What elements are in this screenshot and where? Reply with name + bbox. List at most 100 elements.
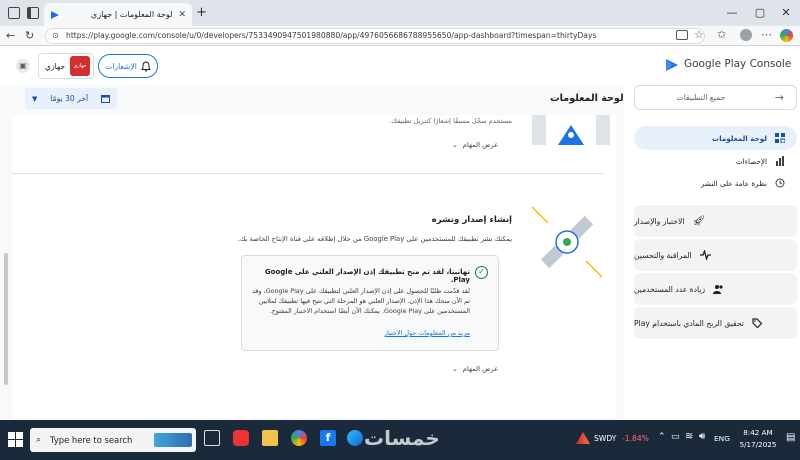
dashboard-icon	[775, 133, 785, 143]
satellite-illustration-icon	[530, 205, 604, 281]
task-view-icon[interactable]	[204, 430, 220, 446]
dropdown-arrow-icon: ▼	[32, 94, 38, 103]
sidebar-item-label: نظرة عامة على النشر	[700, 178, 767, 188]
chevron-down-icon: ⌄	[452, 141, 458, 149]
stock-change: -1.84%	[622, 434, 649, 443]
play-console-favicon-icon	[51, 10, 59, 19]
browser-tab[interactable]: لوحة المعلومات | جهازي ✕	[44, 3, 192, 26]
sidebar-item-label: لوحة المعلومات	[711, 133, 767, 143]
google-play-logo-icon	[665, 58, 679, 74]
wifi-icon[interactable]: ≋	[685, 431, 693, 442]
learn-more-testing-link[interactable]: مزيد من المعلومات حول الاختبار	[250, 329, 470, 337]
sidebar-item-label: الإحصاءات	[735, 156, 767, 166]
speaker-icon[interactable]: 🔊︎	[699, 431, 705, 442]
sidebar-item-publishing-overview[interactable]: نظرة عامة على النشر	[634, 173, 797, 193]
windows-taskbar: ⌕ Type here to search f خمسات SWDY -1.84…	[0, 420, 800, 460]
address-bar-row: ← ↻ ⊙ https://play.google.com/console/u/…	[0, 26, 800, 46]
notification-center-icon[interactable]: ▤	[786, 432, 795, 443]
divider	[12, 173, 604, 174]
sidebar-item-statistics[interactable]: الإحصاءات	[634, 151, 797, 171]
copilot-icon[interactable]	[780, 29, 793, 42]
sidebar-section-label: تحقيق الربح المادي باستخدام Play	[634, 318, 744, 328]
back-icon[interactable]: ←	[6, 29, 15, 42]
sidebar-section-monetize[interactable]: تحقيق الربح المادي باستخدام Play	[634, 307, 797, 339]
facebook-icon[interactable]: f	[320, 430, 336, 446]
bar-chart-icon	[776, 156, 784, 166]
input-language[interactable]: ENG	[714, 434, 730, 443]
brand-name: Google Play Console	[684, 58, 792, 70]
chevron-down-icon: ⌄	[452, 365, 458, 373]
search-highlight-icon	[154, 433, 192, 447]
clock-time[interactable]: 8:42 AM	[738, 428, 778, 437]
stock-ticker[interactable]: SWDY	[594, 434, 616, 443]
timespan-label: آخر 30 يومًا	[50, 94, 89, 103]
app-icon: جهازي	[70, 56, 90, 76]
scrollbar-thumb[interactable]	[4, 253, 8, 385]
url-text: https://play.google.com/console/u/0/deve…	[66, 31, 597, 40]
profile-avatar[interactable]	[740, 29, 752, 41]
app-selector[interactable]: جهازي جهازي	[38, 53, 94, 79]
app-name: جهازي	[45, 61, 66, 71]
youtube-icon[interactable]	[233, 430, 249, 446]
all-apps-button[interactable]: → جميع التطبيقات	[634, 85, 797, 110]
clock-date[interactable]: 5/17/2025	[732, 440, 784, 449]
more-options-icon[interactable]: ⋯	[761, 28, 772, 41]
favorites-icon[interactable]: ✩	[717, 28, 726, 41]
sidebar-section-testing-release[interactable]: 🚀︎ الاختبار والإصدار	[634, 205, 797, 237]
view-tasks-label: عرض المهام	[462, 365, 499, 373]
new-tab-button[interactable]: +	[196, 5, 207, 20]
sidebar-section-label: الاختبار والإصدار	[634, 216, 685, 226]
dashboard-card: مستخدم سجّل مسبقًا إشعارًا كتنزيل تطبيقك…	[12, 115, 616, 418]
network-icon[interactable]: ▭	[671, 432, 680, 442]
briefcase-icon[interactable]: ▣	[16, 59, 30, 73]
chrome-icon[interactable]	[291, 430, 307, 446]
tag-icon	[752, 318, 762, 328]
page-title: لوحة المعلومات	[550, 93, 624, 104]
alert-body: لقد قدّمت طلبًا للحصول على إذن الإصدار ا…	[252, 287, 470, 315]
rocket-icon: 🚀︎	[692, 215, 706, 227]
reader-view-icon[interactable]	[676, 30, 688, 40]
users-icon	[713, 285, 723, 294]
section-description: يمكنك نشر تطبيقك للمستخدمين على Google P…	[237, 235, 512, 243]
sidebar-section-label: زيادة عدد المستخدمين	[634, 284, 706, 294]
notifications-label: الإشعارات	[105, 61, 137, 71]
view-tasks-label: عرض المهام	[462, 141, 499, 149]
search-placeholder: Type here to search	[50, 435, 133, 445]
arrow-forward-icon: →	[774, 91, 784, 104]
sidebar: → جميع التطبيقات لوحة المعلومات الإحصاءا…	[624, 85, 800, 420]
close-window-button[interactable]: ✕	[772, 5, 800, 21]
taskbar-search-box[interactable]: ⌕ Type here to search	[30, 428, 196, 452]
app-header: Google Play Console الإشعارات جهازي جهاز…	[0, 47, 800, 85]
view-tasks-toggle[interactable]: ⌄ عرض المهام	[452, 141, 498, 149]
windows-start-icon[interactable]	[8, 432, 23, 447]
file-explorer-icon[interactable]	[262, 430, 278, 446]
sidebar-section-monitor-improve[interactable]: المراقبة والتحسين	[634, 239, 797, 271]
site-info-icon[interactable]: ⊙	[52, 29, 59, 43]
url-field[interactable]: ⊙ https://play.google.com/console/u/0/de…	[45, 28, 705, 44]
release-permission-alert: ✓ تهانينا، لقد تم منح تطبيقك إذن الإصدار…	[241, 255, 499, 351]
tray-chevron-icon[interactable]: ⌃	[658, 432, 666, 442]
minimize-button[interactable]: —	[718, 5, 746, 21]
check-circle-icon: ✓	[475, 266, 488, 279]
alert-title: تهانينا، لقد تم منح تطبيقك إذن الإصدار ا…	[264, 268, 470, 284]
workspaces-icon[interactable]	[8, 7, 20, 19]
maximize-button[interactable]: ▢	[746, 5, 774, 21]
search-icon: ⌕	[36, 435, 42, 445]
watermark-logo: خمسات	[364, 426, 440, 450]
browser-tab-strip: لوحة المعلومات | جهازي ✕ + — ▢ ✕	[0, 0, 800, 26]
timespan-selector[interactable]: ▼ آخر 30 يومًا	[25, 88, 117, 109]
edge-icon[interactable]	[347, 430, 363, 446]
favorite-star-icon[interactable]: ☆	[694, 28, 704, 41]
sidebar-item-dashboard[interactable]: لوحة المعلومات	[634, 126, 797, 150]
sidebar-section-grow-users[interactable]: زيادة عدد المستخدمين	[634, 273, 797, 305]
tab-title: لوحة المعلومات | جهازي	[90, 10, 173, 19]
refresh-icon[interactable]: ↻	[25, 29, 34, 42]
all-apps-label: جميع التطبيقات	[676, 93, 726, 102]
view-tasks-toggle-2[interactable]: ⌄ عرض المهام	[452, 365, 498, 373]
calendar-icon	[100, 95, 110, 103]
notifications-button[interactable]: الإشعارات	[98, 54, 158, 78]
history-icon	[775, 178, 785, 188]
tab-close-icon[interactable]: ✕	[178, 10, 186, 20]
sidebar-section-label: المراقبة والتحسين	[634, 250, 692, 260]
vertical-tabs-icon[interactable]	[27, 7, 39, 19]
